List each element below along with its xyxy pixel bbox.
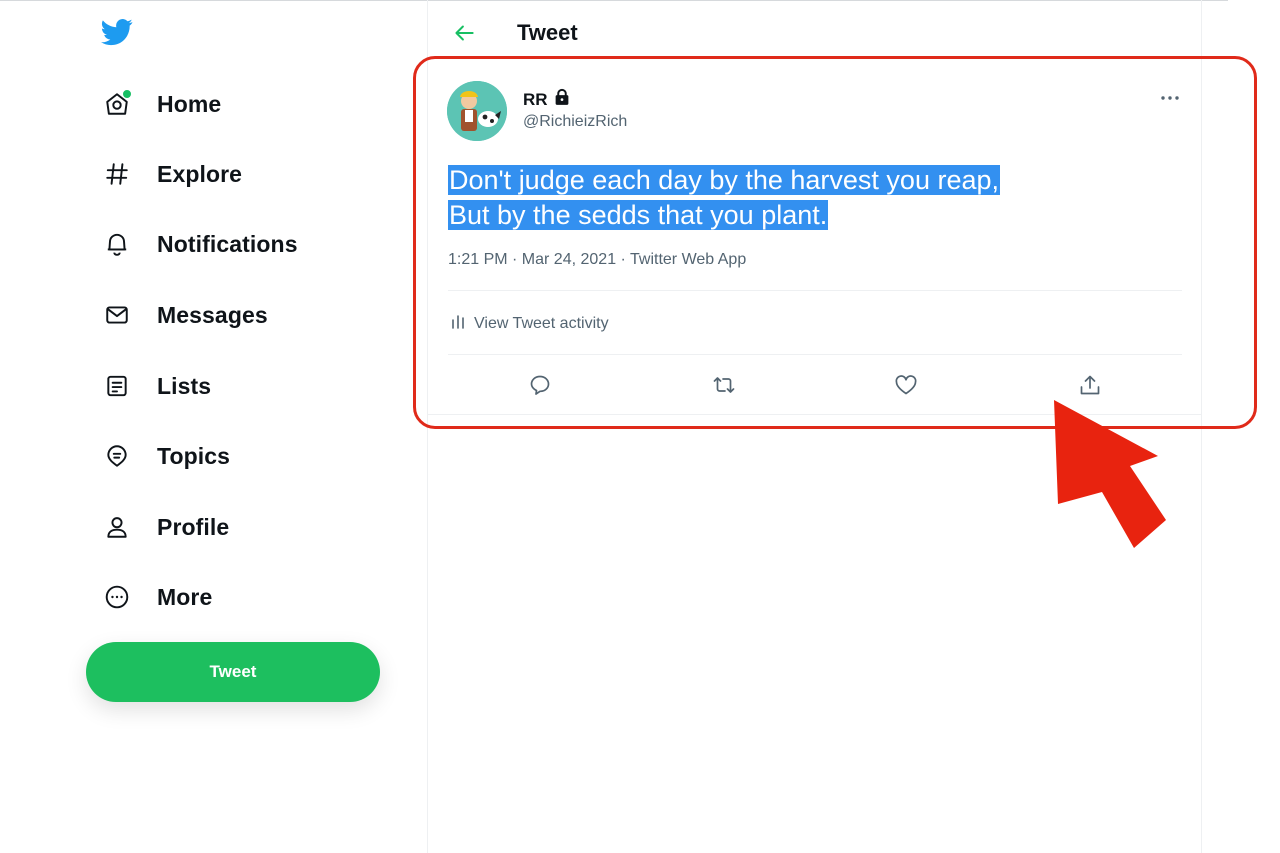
sidebar-item-home[interactable]: Home	[100, 82, 221, 126]
sidebar-item-label: Topics	[157, 442, 231, 469]
sidebar-item-label: Profile	[157, 513, 230, 540]
list-icon	[100, 369, 134, 403]
sidebar-item-label: Explore	[157, 160, 243, 187]
sidebar-item-label: Messages	[157, 301, 268, 328]
envelope-icon	[100, 298, 134, 332]
annotation-highlight-box	[413, 56, 1257, 429]
sidebar-item-notifications[interactable]: Notifications	[100, 222, 298, 266]
sidebar-item-lists[interactable]: Lists	[100, 364, 211, 408]
sidebar-item-more[interactable]: More	[100, 575, 212, 619]
tweet-button[interactable]: Tweet	[86, 642, 380, 702]
more-circle-icon	[100, 580, 134, 614]
page-title: Tweet	[517, 20, 578, 45]
sidebar-item-topics[interactable]: Topics	[100, 434, 230, 478]
sidebar-item-label: Home	[157, 90, 222, 117]
annotation-arrow-icon	[1050, 396, 1170, 556]
bell-icon	[100, 227, 134, 261]
sidebar-item-profile[interactable]: Profile	[100, 505, 229, 549]
person-icon	[100, 510, 134, 544]
sidebar-item-explore[interactable]: Explore	[100, 152, 242, 196]
notification-dot	[122, 89, 132, 99]
sidebar-item-label: Notifications	[157, 230, 298, 257]
back-arrow-icon[interactable]	[451, 20, 477, 46]
sidebar-item-label: Lists	[157, 372, 212, 399]
sidebar-item-label: More	[157, 583, 213, 610]
top-divider	[0, 0, 1228, 1]
topics-icon	[100, 439, 134, 473]
home-icon	[100, 87, 134, 121]
hashtag-icon	[100, 157, 134, 191]
twitter-bird-icon[interactable]	[99, 16, 135, 48]
sidebar-item-messages[interactable]: Messages	[100, 293, 268, 337]
